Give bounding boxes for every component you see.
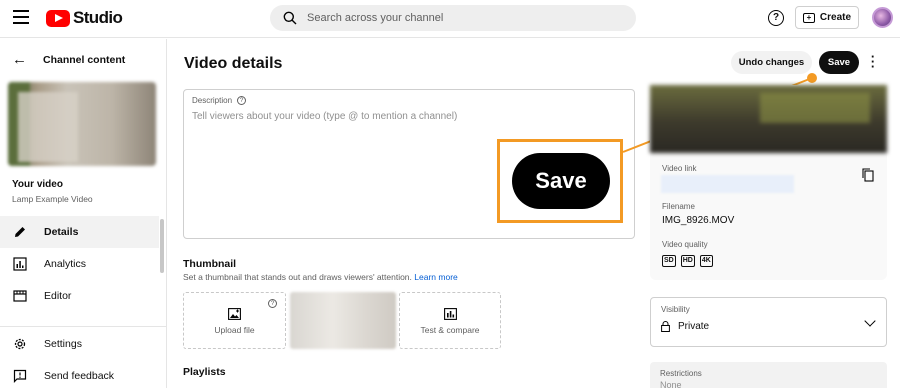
quality-sd-badge: SD [662, 255, 676, 267]
visibility-value: Private [678, 321, 710, 332]
visibility-select[interactable]: Visibility Private [650, 297, 887, 347]
analytics-icon [443, 308, 457, 320]
quality-4k-badge: 4K [699, 255, 713, 267]
upload-image-icon [228, 308, 241, 320]
video-quality-badges: SD HD 4K [662, 255, 718, 267]
chevron-down-icon [864, 315, 876, 327]
save-callout-highlight: Save [497, 139, 623, 223]
restrictions-value: None [660, 380, 682, 388]
video-link-label: Video link [662, 164, 697, 173]
thumbnail-subtitle-text: Set a thumbnail that stands out and draw… [183, 272, 412, 282]
filename-value: IMG_8926.MOV [662, 215, 735, 226]
copy-icon[interactable] [862, 168, 874, 182]
quality-hd-badge: HD [680, 255, 695, 267]
lock-icon [661, 321, 670, 332]
restrictions-label: Restrictions [660, 369, 702, 378]
visibility-value-row: Private [661, 321, 709, 332]
upload-thumbnail-tile[interactable]: ? Upload file [183, 292, 286, 349]
video-quality-label: Video quality [662, 240, 708, 249]
help-icon[interactable]: ? [268, 299, 277, 308]
test-compare-label: Test & compare [420, 325, 480, 335]
upload-file-label: Upload file [214, 325, 255, 335]
video-preview[interactable] [650, 85, 887, 153]
thumbnail-heading: Thumbnail [183, 258, 237, 270]
thumbnail-subtitle: Set a thumbnail that stands out and draw… [183, 272, 458, 282]
auto-thumbnail-option[interactable] [290, 292, 396, 349]
video-link[interactable] [661, 175, 794, 193]
playlists-heading: Playlists [183, 366, 226, 378]
test-and-compare-tile[interactable]: Test & compare [399, 292, 501, 349]
filename-label: Filename [662, 202, 695, 211]
visibility-label: Visibility [661, 305, 690, 314]
restrictions-field: Restrictions None [650, 362, 887, 388]
callout-save-button: Save [512, 153, 610, 209]
learn-more-link[interactable]: Learn more [414, 272, 457, 282]
